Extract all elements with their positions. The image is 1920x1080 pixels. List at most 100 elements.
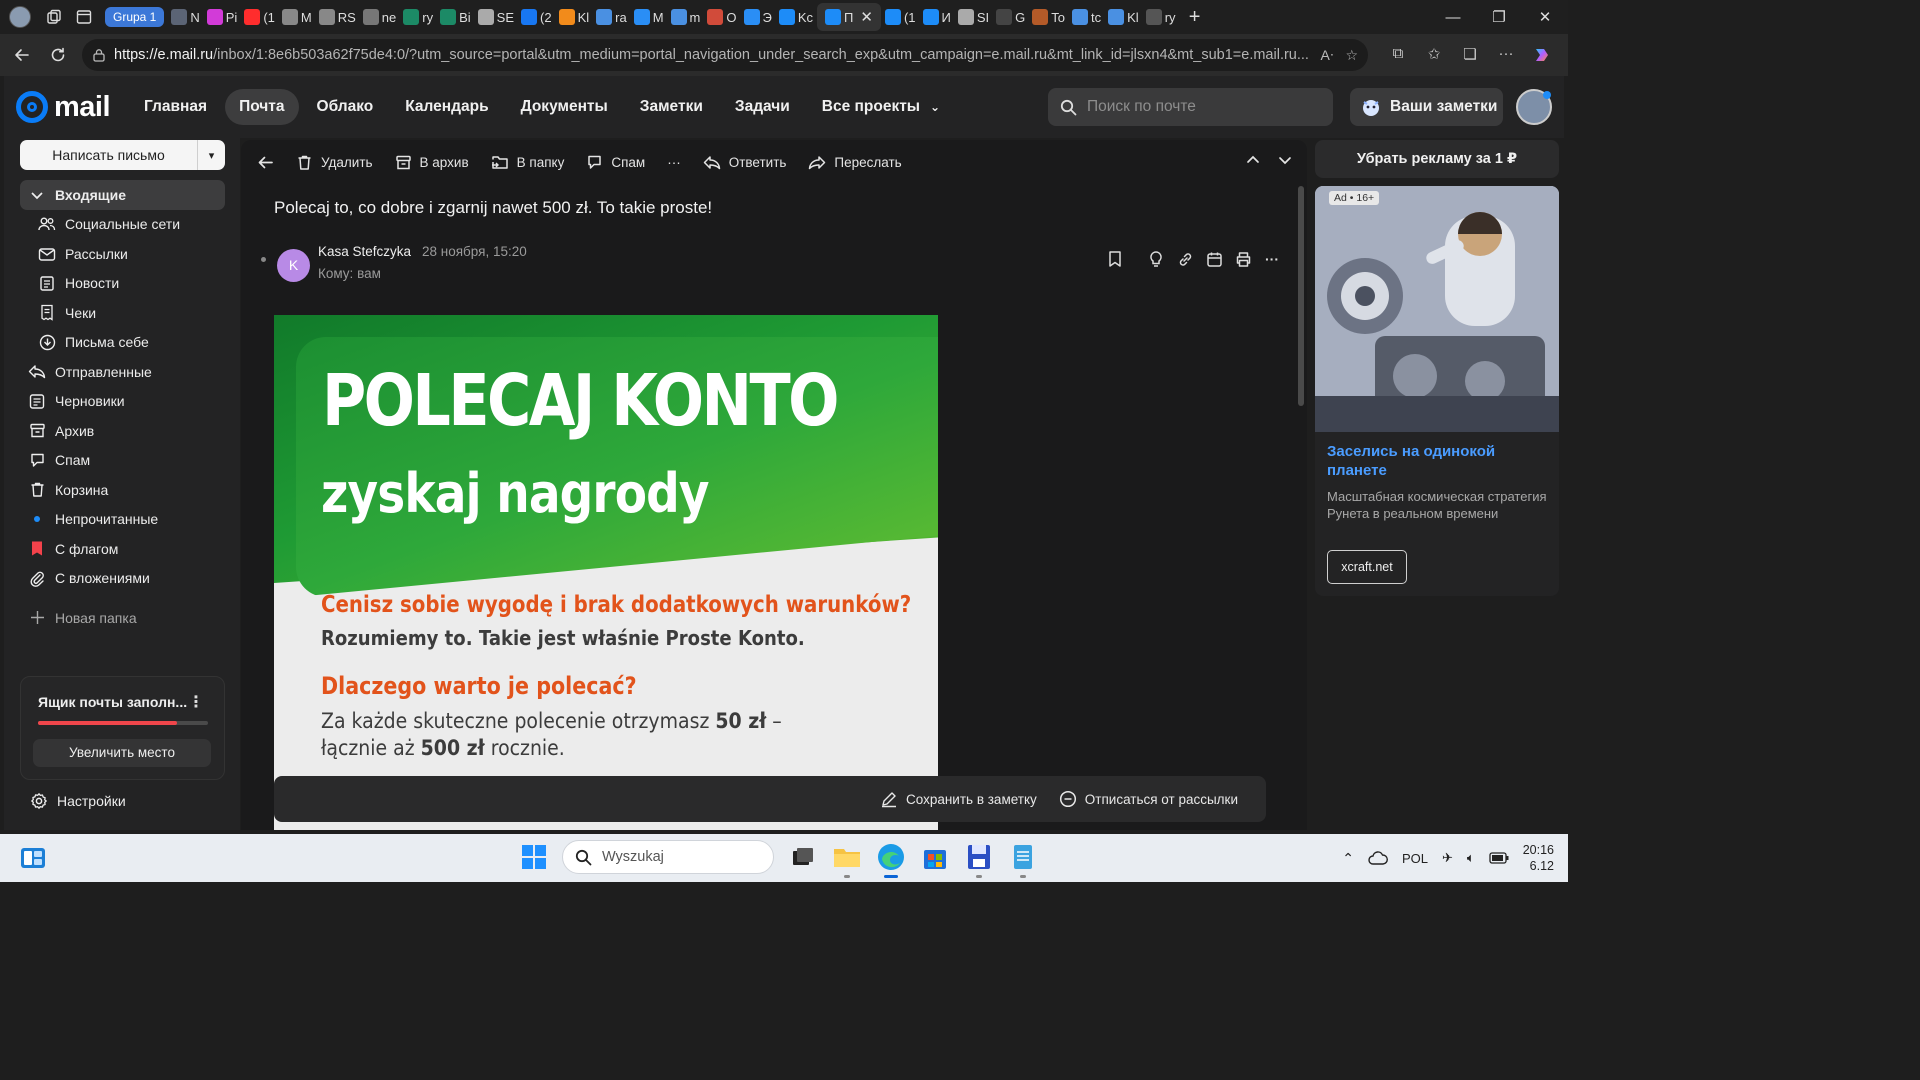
lightbulb-icon[interactable] bbox=[1147, 250, 1165, 268]
folder-item[interactable]: Корзина bbox=[20, 475, 225, 505]
windows-start-icon[interactable] bbox=[520, 843, 548, 871]
edge-browser-icon[interactable] bbox=[876, 842, 906, 878]
browser-tab-12[interactable]: M bbox=[631, 3, 667, 31]
workspaces-icon[interactable] bbox=[39, 2, 69, 32]
new-folder-button[interactable]: Новая папка bbox=[20, 603, 225, 633]
extensions-icon[interactable]: ⧉ bbox=[1380, 45, 1416, 65]
link-icon[interactable] bbox=[1176, 250, 1194, 268]
sender-name[interactable]: Kasa Stefczyka bbox=[318, 244, 411, 259]
settings-link[interactable]: Настройки bbox=[30, 792, 126, 810]
tab-group-chip[interactable]: Grupa 1 bbox=[105, 7, 165, 27]
new-tab-button[interactable]: + bbox=[1180, 2, 1210, 32]
browser-tab-7[interactable]: Bi bbox=[437, 3, 474, 31]
increase-storage-button[interactable]: Увеличить место bbox=[33, 739, 211, 767]
browser-tab-14[interactable]: O bbox=[704, 3, 739, 31]
browser-tab-after-5[interactable]: tc bbox=[1069, 3, 1104, 31]
browser-tab-after-2[interactable]: SI bbox=[955, 3, 992, 31]
browser-tab-4[interactable]: RS bbox=[316, 3, 359, 31]
reply-button[interactable]: Ответить bbox=[703, 154, 786, 171]
folder-item[interactable]: Отправленные bbox=[20, 357, 225, 387]
menu-dots-icon[interactable]: ··· bbox=[1488, 45, 1524, 65]
chevron-down-icon[interactable] bbox=[1277, 152, 1293, 168]
file-explorer-icon[interactable] bbox=[832, 842, 862, 878]
browser-tab-after-4[interactable]: To bbox=[1029, 3, 1068, 31]
read-aloud-icon[interactable]: Aᐧ bbox=[1321, 47, 1334, 64]
forward-button[interactable]: Переслать bbox=[808, 154, 902, 171]
taskbar-search[interactable]: Wyszukaj bbox=[562, 840, 774, 874]
folder-item[interactable]: Чеки bbox=[20, 298, 225, 328]
nav-tasks[interactable]: Задачи bbox=[721, 89, 804, 125]
browser-tab-after-3[interactable]: G bbox=[993, 3, 1028, 31]
browser-tab-active[interactable]: П ✕ bbox=[817, 3, 881, 31]
compose-button[interactable]: Написать письмо ▾ bbox=[20, 140, 225, 170]
read-status-dot[interactable] bbox=[261, 257, 266, 262]
onedrive-cloud-icon[interactable] bbox=[1368, 851, 1388, 865]
volume-icon[interactable]: 🔈︎ bbox=[1467, 850, 1475, 866]
browser-tab-5[interactable]: ne bbox=[360, 3, 399, 31]
site-info-icon[interactable] bbox=[92, 48, 106, 62]
folder-item[interactable]: Входящие bbox=[20, 180, 225, 210]
browser-tab-after-1[interactable]: И bbox=[920, 3, 954, 31]
chevron-up-icon[interactable] bbox=[1245, 152, 1261, 168]
calendar-icon[interactable] bbox=[1205, 250, 1223, 268]
browser-tab-after-0[interactable]: (1 bbox=[882, 3, 919, 31]
browser-tab-3[interactable]: M bbox=[279, 3, 315, 31]
folder-item[interactable]: Непрочитанные bbox=[20, 505, 225, 535]
url-field[interactable]: https://e.mail.ru/inbox/1:8e6b503a62f75d… bbox=[82, 39, 1368, 71]
folder-item[interactable]: Рассылки bbox=[20, 239, 225, 269]
browser-tab-11[interactable]: ra bbox=[593, 3, 630, 31]
print-icon[interactable] bbox=[1234, 250, 1252, 268]
bookmark-icon[interactable] bbox=[1106, 250, 1124, 268]
storage-more-icon[interactable]: ⋮ bbox=[188, 692, 204, 712]
nav-documents[interactable]: Документы bbox=[507, 89, 622, 125]
collections-icon[interactable]: ❏ bbox=[1452, 45, 1488, 65]
move-to-folder-button[interactable]: В папку bbox=[491, 154, 564, 171]
archive-button[interactable]: В архив bbox=[395, 154, 469, 171]
input-language[interactable]: POL bbox=[1402, 851, 1428, 866]
close-window-button[interactable]: ✕ bbox=[1522, 8, 1568, 26]
nav-all-projects[interactable]: Все проекты ⌄ bbox=[808, 89, 954, 125]
battery-icon[interactable] bbox=[1489, 852, 1509, 864]
sender-avatar[interactable]: K bbox=[277, 249, 310, 282]
reload-button[interactable] bbox=[40, 37, 76, 73]
ad-card[interactable]: Ad • 16+ Заселись на одинокой планете Ма… bbox=[1315, 186, 1559, 596]
ad-title[interactable]: Заселись на одинокой планете bbox=[1327, 442, 1547, 480]
favorite-star-icon[interactable]: ☆ bbox=[1345, 47, 1358, 64]
browser-tab-6[interactable]: ry bbox=[400, 3, 436, 31]
folder-item[interactable]: Письма себе bbox=[20, 328, 225, 358]
user-avatar[interactable] bbox=[1516, 89, 1552, 125]
folder-item[interactable]: Черновики bbox=[20, 387, 225, 417]
folder-item[interactable]: Спам bbox=[20, 446, 225, 476]
save-app-icon[interactable] bbox=[964, 842, 994, 878]
browser-tab-8[interactable]: SE bbox=[475, 3, 517, 31]
browser-tab-9[interactable]: (2 bbox=[518, 3, 555, 31]
notepad-icon[interactable] bbox=[1008, 842, 1038, 878]
browser-tab-13[interactable]: m bbox=[668, 3, 704, 31]
mail-search-input[interactable]: Поиск по почте bbox=[1048, 88, 1333, 126]
folder-item[interactable]: Архив bbox=[20, 416, 225, 446]
browser-tab-2[interactable]: (1 bbox=[241, 3, 278, 31]
copilot-icon[interactable] bbox=[1524, 45, 1560, 65]
microsoft-store-icon[interactable] bbox=[920, 842, 950, 872]
browser-tab-16[interactable]: Kc bbox=[776, 3, 816, 31]
nav-notes[interactable]: Заметки bbox=[626, 89, 717, 125]
clock[interactable]: 20:16 6.12 bbox=[1523, 842, 1554, 874]
maximize-button[interactable]: ❐ bbox=[1476, 8, 1522, 26]
nav-mail[interactable]: Почта bbox=[225, 89, 299, 125]
minimize-button[interactable]: — bbox=[1430, 9, 1476, 26]
ad-cta-button[interactable]: xcraft.net bbox=[1327, 550, 1407, 584]
promo-banner-image[interactable]: POLECAJ KONTO zyskaj nagrody Cenisz sobi… bbox=[274, 315, 938, 830]
message-scrollbar[interactable] bbox=[1298, 186, 1304, 406]
browser-tab-0[interactable]: N bbox=[168, 3, 202, 31]
task-view-icon[interactable] bbox=[788, 842, 818, 872]
spam-button[interactable]: Спам bbox=[586, 154, 645, 171]
folder-item[interactable]: Новости bbox=[20, 269, 225, 299]
nav-calendar[interactable]: Календарь bbox=[391, 89, 502, 125]
widgets-icon[interactable] bbox=[20, 845, 46, 871]
favorites-icon[interactable]: ✩ bbox=[1416, 45, 1452, 65]
browser-tab-10[interactable]: Kl bbox=[556, 3, 593, 31]
remove-ads-button[interactable]: Убрать рекламу за 1 ₽ bbox=[1315, 140, 1559, 178]
delete-button[interactable]: Удалить bbox=[296, 154, 373, 171]
tray-chevron-up-icon[interactable]: ⌃ bbox=[1342, 850, 1354, 867]
folder-item[interactable]: С вложениями bbox=[20, 564, 225, 594]
